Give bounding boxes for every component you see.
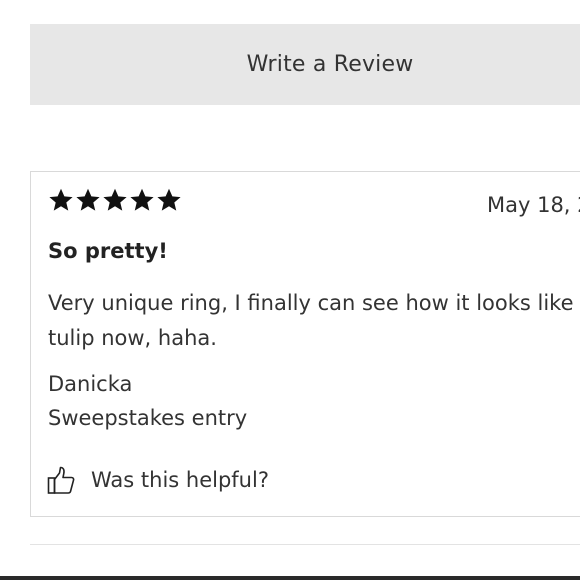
- write-review-button[interactable]: Write a Review: [30, 24, 580, 105]
- star-rating: [48, 187, 182, 213]
- bottom-border: [0, 576, 580, 580]
- helpful-label: Was this helpful?: [91, 468, 269, 492]
- thumbs-up-icon[interactable]: [47, 465, 75, 495]
- star-icon: [76, 188, 100, 211]
- review-body: Very unique ring, I finally can see how …: [48, 291, 580, 350]
- reviewer-note: Sweepstakes entry: [48, 406, 248, 430]
- reviewer-name: Danicka: [48, 372, 133, 396]
- section-divider: [30, 544, 580, 545]
- review-card: May 18, 2 So pretty! Very unique ring, I…: [30, 171, 580, 517]
- star-icon: [130, 188, 154, 211]
- helpful-button[interactable]: Was this helpful?: [47, 465, 269, 495]
- review-title: So pretty!: [48, 239, 168, 263]
- review-date: May 18, 2: [487, 193, 580, 217]
- write-review-label: Write a Review: [246, 52, 414, 77]
- review-section: Write a Review May 18, 2 So pretty! Very…: [0, 0, 580, 580]
- star-icon: [49, 188, 73, 211]
- star-icon: [157, 188, 181, 211]
- star-icon: [103, 188, 127, 211]
